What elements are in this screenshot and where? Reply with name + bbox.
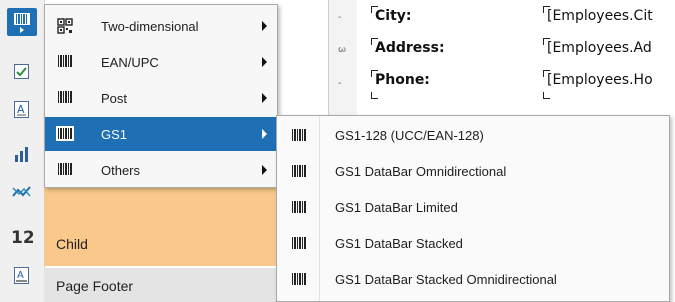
label-tool-button[interactable]: A: [7, 262, 37, 290]
svg-text:A: A: [17, 270, 24, 281]
barcode-icon: [292, 236, 306, 249]
svg-text:A: A: [17, 103, 25, 116]
menu-item-gs1[interactable]: GS1: [45, 117, 277, 151]
number-icon: 12: [11, 228, 33, 245]
text-box-icon: A: [14, 101, 29, 118]
submenu-item-gs1-128[interactable]: GS1-128 (UCC/EAN-128): [277, 118, 669, 153]
ruler-mark: -: [338, 12, 342, 23]
child-band-label: Child: [56, 236, 88, 252]
barcode-icon: [14, 13, 30, 33]
field-corner: [371, 92, 378, 99]
barcode-icon: [292, 164, 306, 177]
barcode-icon: [56, 126, 74, 141]
submenu-arrow-icon: [262, 93, 267, 103]
ruler-mark: -: [338, 78, 342, 89]
menu-item-label: Two-dimensional: [101, 18, 199, 34]
chart-tool-button[interactable]: [7, 140, 37, 168]
phone-label[interactable]: Phone:: [375, 72, 430, 88]
barcode-icon: [292, 272, 306, 285]
ruler-mark: 3: [335, 46, 347, 53]
menu-item-two-dimensional[interactable]: Two-dimensional: [45, 9, 277, 43]
city-value[interactable]: [Employees.Cit: [547, 8, 653, 24]
field-corner: [543, 92, 550, 99]
submenu-item-label: GS1 DataBar Stacked: [335, 236, 463, 251]
submenu-item-databar-limited[interactable]: GS1 DataBar Limited: [277, 190, 669, 225]
menu-item-label: Others: [101, 162, 141, 178]
menu-item-label: GS1: [101, 126, 128, 142]
component-toolbar: A 12 A: [0, 0, 45, 302]
barcode-tool-button[interactable]: [7, 8, 37, 36]
checkbox-icon: [14, 64, 29, 79]
submenu-item-label: GS1 DataBar Stacked Omnidirectional: [335, 272, 557, 287]
submenu-item-label: GS1 DataBar Limited: [335, 200, 458, 215]
submenu-arrow-icon: [262, 21, 267, 31]
submenu-item-label: GS1-128 (UCC/EAN-128): [335, 128, 484, 143]
sparkline-icon: [12, 186, 31, 197]
menu-item-label: Post: [101, 90, 128, 106]
submenu-arrow-icon: [262, 165, 267, 175]
qr-code-icon: [57, 18, 73, 34]
gs1-submenu: GS1-128 (UCC/EAN-128) GS1 DataBar Omnidi…: [276, 115, 670, 302]
address-value[interactable]: [Employees.Ad: [547, 40, 652, 56]
barcode-icon: [58, 163, 72, 175]
checkbox-tool-button[interactable]: [7, 58, 37, 86]
address-label[interactable]: Address:: [375, 40, 445, 56]
page-number-tool-button[interactable]: 12: [7, 222, 37, 250]
submenu-item-label: GS1 DataBar Omnidirectional: [335, 164, 507, 179]
submenu-item-databar-stacked-omnidirectional[interactable]: GS1 DataBar Stacked Omnidirectional: [277, 262, 669, 297]
submenu-arrow-icon: [262, 57, 267, 67]
city-label[interactable]: City:: [375, 8, 412, 24]
submenu-item-databar-omnidirectional[interactable]: GS1 DataBar Omnidirectional: [277, 154, 669, 189]
menu-item-ean-upc[interactable]: EAN/UPC: [45, 45, 277, 79]
barcode-icon: [292, 200, 306, 213]
menu-item-label: EAN/UPC: [101, 54, 159, 70]
barcode-type-menu: Two-dimensional EAN/UPC Post GS1 Others: [44, 4, 278, 188]
barcode-icon: [58, 55, 72, 67]
report-design-surface[interactable]: City: [Employees.Cit Address: [Employees…: [357, 0, 675, 118]
richtext-tool-button[interactable]: A: [7, 96, 37, 124]
sparkline-tool-button[interactable]: [7, 178, 37, 206]
page-footer-label: Page Footer: [56, 278, 134, 294]
svg-text:12: 12: [11, 228, 33, 245]
submenu-item-databar-stacked[interactable]: GS1 DataBar Stacked: [277, 226, 669, 261]
menu-item-post[interactable]: Post: [45, 81, 277, 115]
barcode-icon: [292, 128, 306, 141]
phone-value[interactable]: [Employees.Ho: [547, 72, 653, 88]
menu-item-others[interactable]: Others: [45, 153, 277, 187]
barcode-icon: [58, 91, 72, 103]
label-icon: A: [14, 267, 29, 284]
bar-chart-icon: [15, 147, 28, 162]
submenu-arrow-icon: [262, 129, 267, 139]
